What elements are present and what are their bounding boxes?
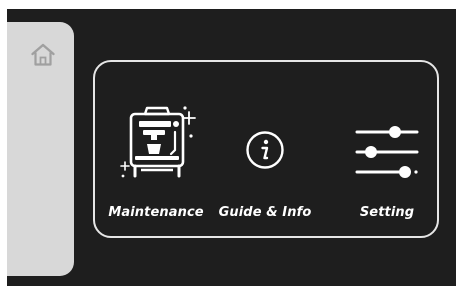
device-screen: Maintenance Guide & Info Setting bbox=[7, 9, 456, 286]
sliders-icon bbox=[355, 126, 419, 178]
info-icon bbox=[246, 131, 284, 169]
menu-item-setting[interactable]: Setting bbox=[341, 62, 433, 236]
menu-label-guide-info: Guide & Info bbox=[218, 205, 312, 220]
sidebar bbox=[7, 22, 74, 276]
menu-item-guide-info[interactable]: Guide & Info bbox=[215, 62, 315, 236]
menu-label-maintenance: Maintenance bbox=[108, 205, 204, 220]
coffee-machine-icon bbox=[120, 106, 196, 178]
main-menu-panel: Maintenance Guide & Info Setting bbox=[93, 60, 439, 238]
home-icon[interactable] bbox=[30, 42, 56, 68]
menu-item-maintenance[interactable]: Maintenance bbox=[101, 62, 211, 236]
menu-label-setting: Setting bbox=[359, 205, 415, 220]
